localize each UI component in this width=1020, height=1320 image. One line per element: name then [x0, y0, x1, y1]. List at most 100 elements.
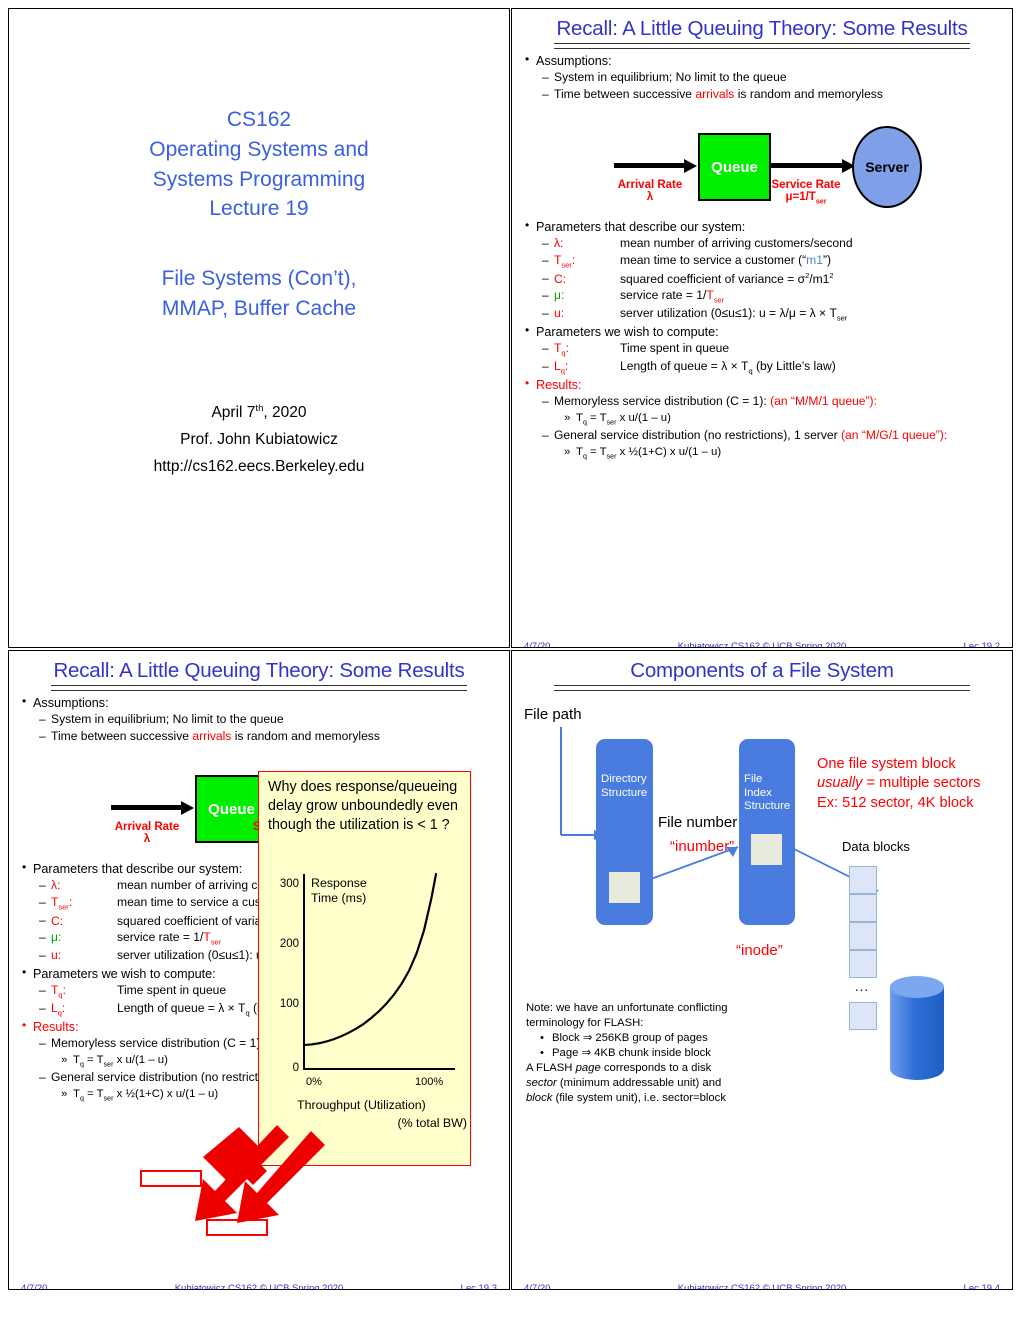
- param-tser: Tser:mean time to service a customer (“m…: [522, 253, 1004, 270]
- result-mg1: General service distribution (no restric…: [522, 428, 1004, 444]
- param-mu: μ:service rate = 1/Tser: [522, 288, 1004, 305]
- slide-body: Assumptions: System in equilibrium; No l…: [19, 694, 501, 745]
- file-index-structure-label: File Index Structure: [744, 773, 791, 813]
- formula-mm1: Tq = Tser x u/(1 – u): [522, 411, 1004, 427]
- note-line-1: One file system block: [817, 756, 956, 772]
- param-symbol: Tser:: [554, 252, 576, 269]
- param-lambda: λ:mean number of arriving customers/seco…: [522, 236, 1004, 252]
- arrival-arrow-line: [111, 805, 183, 810]
- bullet-assumptions: Assumptions:: [19, 694, 501, 711]
- directory-entry-square: [609, 872, 640, 903]
- flash-note-line-1: Note: we have an unfortunate conflicting: [526, 1002, 728, 1014]
- course-number: CS162: [226, 108, 292, 131]
- bullet-assumption-2: Time between successive arrivals is rand…: [19, 728, 501, 745]
- course-line2: Operating Systems and: [149, 137, 369, 161]
- bullet-assumption-1: System in equilibrium; No limit to the q…: [522, 70, 1004, 86]
- service-rate-label: Service Rate μ=1/Tser: [771, 179, 841, 206]
- compute-tq: Tq:Time spent in queue: [522, 341, 1004, 358]
- param-symbol: C:: [51, 913, 64, 928]
- footer-page: Lec 19.2: [963, 641, 1000, 648]
- response-time-chart: 300 200 100 0 0% 100% Response Time (ms)…: [259, 870, 472, 1166]
- arrival-arrow-head: [684, 158, 697, 173]
- page-title: Components of a File System: [630, 659, 894, 682]
- param-symbol: μ:: [51, 930, 62, 945]
- formula-mg1: Tq = Tser x ½(1+C) x u/(1 – u): [522, 445, 1004, 461]
- page-title: Recall: A Little Queuing Theory: Some Re…: [53, 659, 465, 682]
- slide-queuing-theory: Recall: A Little Queuing Theory: Some Re…: [511, 8, 1013, 648]
- param-symbol: Tq:: [554, 341, 569, 358]
- param-symbol: Tq:: [51, 983, 66, 1000]
- bullet-dot: •: [540, 1047, 544, 1060]
- chart-curve: [302, 872, 438, 1047]
- arrival-arrow-line: [614, 163, 686, 168]
- param-c: C:squared coefficient of variance = σ2/m…: [522, 271, 1004, 288]
- file-path-label: File path: [524, 706, 582, 723]
- data-block: [849, 866, 877, 894]
- red-annotation-arrows: [195, 1125, 325, 1223]
- param-symbol: Lq:: [554, 359, 569, 376]
- course-url[interactable]: http://cs162.eecs.Berkeley.edu: [9, 453, 509, 480]
- result-mm1: Memoryless service distribution (C = 1):…: [522, 394, 1004, 410]
- bullet-assumptions: Assumptions:: [522, 52, 1004, 69]
- footer-credit: Kubiatowicz CS162 © UCB Spring 2020: [174, 1283, 344, 1290]
- server-ellipse: Server: [852, 126, 922, 208]
- param-symbol: u:: [554, 306, 565, 321]
- flash-note-line-4: sector (minimum addressable unit) and: [526, 1077, 722, 1090]
- arrival-arrow-head: [181, 800, 194, 815]
- data-blocks-ellipsis: …: [854, 978, 871, 995]
- footer-page: Lec 19.4: [963, 1283, 1000, 1290]
- param-symbol: λ:: [51, 878, 61, 893]
- footer-credit: Kubiatowicz CS162 © UCB Spring 2020: [677, 641, 847, 648]
- slide-file-system-components: Components of a File System File path Di…: [511, 650, 1013, 1290]
- callout-question: Why does response/queueing delay grow un…: [268, 779, 458, 833]
- slide-body-lower: Parameters that describe our system: λ:m…: [522, 218, 1004, 462]
- flash-note-line-3: A FLASH page corresponds to a disk: [526, 1062, 712, 1075]
- compute-lq: Lq:Length of queue = λ × Tq (by Little’s…: [522, 359, 1004, 376]
- slide-body: Assumptions: System in equilibrium; No l…: [522, 52, 1004, 103]
- lecture-topic: File Systems (Con’t), MMAP, Buffer Cache: [9, 264, 509, 324]
- course-heading: CS162 Operating Systems and Systems Prog…: [9, 105, 509, 224]
- flash-note-bullet-2: • Page ⇒ 4KB chunk inside block: [526, 1046, 796, 1061]
- note-line-3: Ex: 512 sector, 4K block: [817, 794, 974, 811]
- title-divider: [554, 43, 970, 49]
- filesystem-block-note: One file system block usually = multiple…: [817, 755, 1012, 813]
- note-line-2: usually = multiple sectors: [817, 775, 981, 792]
- param-u: u:server utilization (0≤u≤1): u = λ/μ = …: [522, 306, 1004, 323]
- flash-note-bullet-1: • Block ⇒ 256KB group of pages: [526, 1031, 796, 1046]
- slide-title-page: CS162 Operating Systems and Systems Prog…: [8, 8, 510, 648]
- slide-sheet: CS162 Operating Systems and Systems Prog…: [0, 0, 1020, 1320]
- disk-cylinder: [890, 976, 944, 1080]
- callout-box: Why does response/queueing delay grow un…: [258, 771, 471, 1166]
- page-title: Recall: A Little Queuing Theory: Some Re…: [556, 17, 968, 40]
- param-symbol: μ:: [554, 288, 565, 303]
- data-block: [849, 894, 877, 922]
- data-block: [849, 1002, 877, 1030]
- title-divider: [554, 685, 970, 691]
- queue-diagram: Queue Server Arrival Rate λ Service Rate…: [512, 126, 1012, 219]
- lecture-number: Lecture 19: [209, 197, 309, 221]
- directory-structure-label: Directory Structure: [601, 773, 648, 799]
- flash-note-line-5: block (file system unit), i.e. sector=bl…: [526, 1092, 726, 1105]
- bullet-compute-header: Parameters we wish to compute:: [522, 323, 1004, 340]
- bullet-results-header: Results:: [522, 376, 1004, 393]
- highlight-arrivals: arrivals: [192, 728, 232, 743]
- data-block: [849, 922, 877, 950]
- directory-to-inode-arrow: [639, 846, 739, 884]
- course-line3: Systems Programming: [152, 167, 366, 191]
- param-symbol: λ:: [554, 236, 564, 251]
- topic-line1: File Systems (Con’t),: [161, 267, 357, 290]
- param-symbol: u:: [51, 948, 62, 963]
- title-divider: [51, 685, 467, 691]
- instructor-name: Prof. John Kubiatowicz: [180, 431, 338, 449]
- service-arrow-line: [769, 163, 844, 168]
- param-symbol: Lq:: [51, 1001, 66, 1018]
- file-number-label: File number: [658, 814, 738, 831]
- data-blocks-label: Data blocks: [842, 839, 910, 854]
- slide-queuing-theory-annotated: Recall: A Little Queuing Theory: Some Re…: [8, 650, 510, 1290]
- data-block: [849, 950, 877, 978]
- bullet-dot: •: [540, 1032, 544, 1045]
- flash-terminology-note: Note: we have an unfortunate conflicting…: [526, 1001, 796, 1106]
- arrival-rate-label: Arrival Rate λ: [617, 179, 683, 203]
- flash-note-line-2: terminology for FLASH:: [526, 1017, 644, 1030]
- data-blocks-column: …: [849, 866, 883, 1066]
